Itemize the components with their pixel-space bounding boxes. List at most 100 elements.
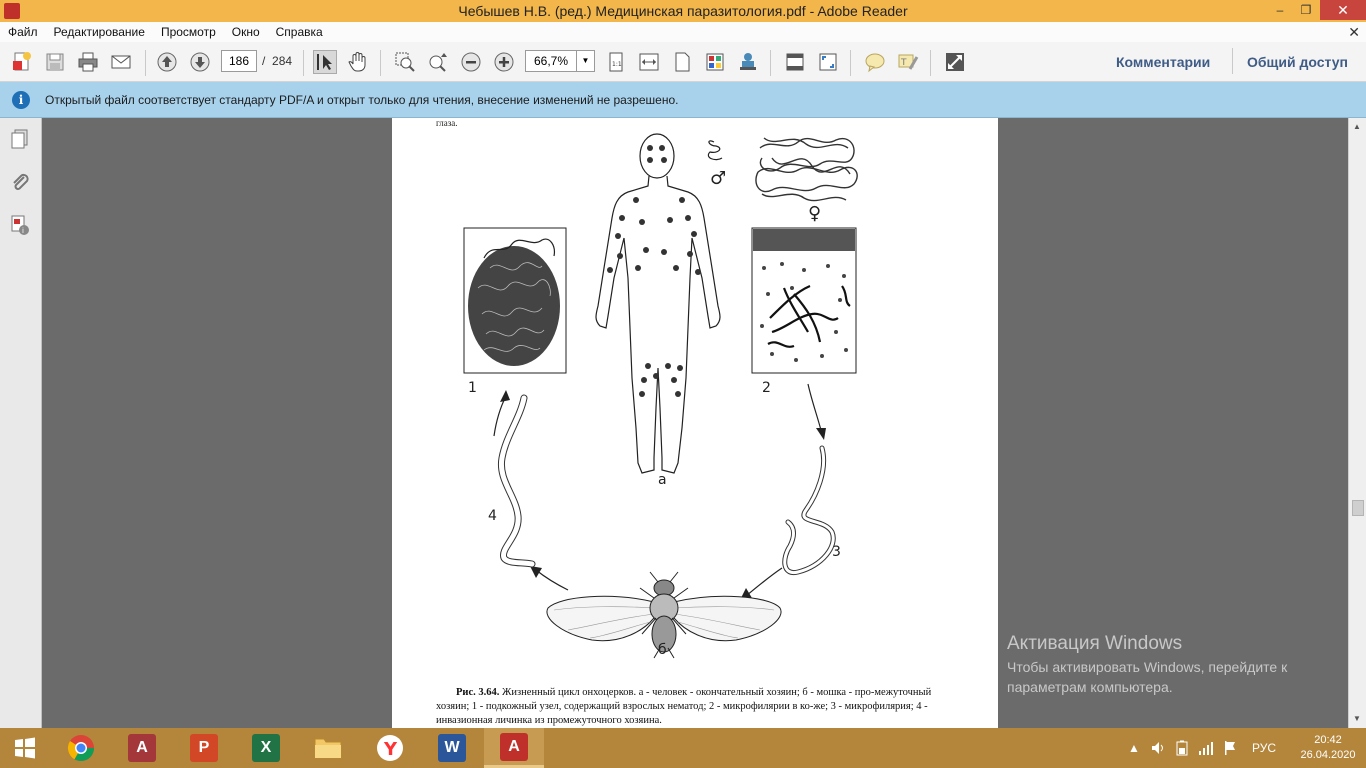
- word-icon: W: [438, 734, 466, 762]
- battery-icon[interactable]: [1174, 728, 1190, 768]
- start-button[interactable]: [0, 728, 50, 768]
- page-separator: /: [262, 54, 266, 68]
- clock-time: 20:42: [1314, 734, 1342, 746]
- taskbar-file-explorer[interactable]: [298, 728, 358, 768]
- previous-page-icon[interactable]: [155, 50, 179, 74]
- close-button[interactable]: ✕: [1320, 0, 1366, 20]
- folder-icon: [314, 738, 342, 759]
- minimize-button[interactable]: ‒: [1266, 0, 1294, 20]
- menu-help[interactable]: Справка: [268, 25, 331, 39]
- actual-size-icon[interactable]: 1:1: [604, 50, 628, 74]
- excel-icon: X: [252, 734, 280, 762]
- toolbar-separator: [930, 50, 931, 76]
- title-bar: Чебышев Н.В. (ред.) Медицинская паразито…: [0, 0, 1366, 22]
- svg-text:i: i: [22, 227, 24, 235]
- highlight-text-icon[interactable]: T: [896, 50, 920, 74]
- vertical-scrollbar[interactable]: ▲ ▼: [1348, 118, 1366, 728]
- toolbar-separator: [850, 50, 851, 76]
- network-signal-icon[interactable]: [1198, 728, 1214, 768]
- svg-text:1:1: 1:1: [612, 61, 622, 68]
- label-b: б: [658, 642, 667, 658]
- show-hidden-icons[interactable]: ▲: [1128, 728, 1140, 768]
- hand-tool-icon[interactable]: [346, 50, 370, 74]
- scrollbar-thumb[interactable]: [1352, 500, 1364, 516]
- print-icon[interactable]: [76, 50, 100, 74]
- taskbar-adobe-reader[interactable]: A: [484, 728, 544, 768]
- signatures-icon[interactable]: i: [9, 214, 31, 236]
- navigation-pane: i: [0, 118, 42, 728]
- adobe-reader-icon: A: [500, 732, 528, 761]
- taskbar-word[interactable]: W: [422, 728, 482, 768]
- scroll-down-icon[interactable]: ▼: [1353, 714, 1361, 723]
- windows-logo-icon: [15, 737, 35, 759]
- window-title: Чебышев Н.В. (ред.) Медицинская паразито…: [458, 3, 908, 19]
- figure-caption: Рис. 3.64. Жизненный цикл онхоцерков. а …: [436, 686, 960, 728]
- sticky-note-icon[interactable]: [863, 50, 887, 74]
- cycle-arrows: [493, 383, 823, 597]
- page-thumbnails-panel-icon[interactable]: [9, 128, 31, 150]
- page-number-input[interactable]: 186: [221, 50, 257, 72]
- scroll-up-icon[interactable]: ▲: [1353, 122, 1361, 131]
- nodule-box: [463, 227, 567, 374]
- onchocerca-life-cycle-figure: ♂ ♀ 1 2 3 4 б а: [463, 133, 858, 659]
- taskbar-powerpoint[interactable]: P: [174, 728, 234, 768]
- human-figure: [595, 133, 721, 474]
- dynamic-zoom-icon[interactable]: [426, 50, 450, 74]
- stamp-icon[interactable]: [736, 50, 760, 74]
- toolbar-separator: [380, 50, 381, 76]
- volume-icon[interactable]: [1150, 728, 1166, 768]
- toolbar-separator: [1232, 48, 1233, 74]
- menu-view[interactable]: Просмотр: [153, 25, 224, 39]
- zoom-select[interactable]: 66,7% ▼: [525, 50, 595, 72]
- access-icon: A: [128, 734, 156, 762]
- save-icon[interactable]: [43, 50, 67, 74]
- fit-width-icon[interactable]: [637, 50, 661, 74]
- taskbar: A P X Y W A ▲ РУС 20:42 26.04.2020: [0, 728, 1366, 768]
- read-mode-icon[interactable]: [783, 50, 807, 74]
- next-page-icon[interactable]: [188, 50, 212, 74]
- menu-file[interactable]: Файл: [0, 25, 46, 39]
- language-indicator[interactable]: РУС: [1252, 728, 1276, 768]
- taskbar-yandex[interactable]: Y: [360, 728, 420, 768]
- male-symbol: ♂: [710, 168, 726, 189]
- skin-box: [751, 227, 857, 374]
- create-pdf-icon[interactable]: [10, 50, 34, 74]
- zoom-value: 66,7%: [534, 54, 569, 68]
- chevron-down-icon[interactable]: ▼: [576, 51, 594, 71]
- menu-bar: Файл Редактирование Просмотр Окно Справк…: [0, 22, 1366, 42]
- select-tool-icon[interactable]: [313, 50, 337, 74]
- info-icon: i: [12, 91, 30, 109]
- system-clock[interactable]: 20:42 26.04.2020: [1298, 733, 1358, 763]
- action-flag-icon[interactable]: [1222, 728, 1238, 768]
- taskbar-chrome[interactable]: [51, 728, 111, 768]
- document-close-icon[interactable]: ✕: [1348, 24, 1360, 41]
- attachments-paperclip-icon[interactable]: [9, 171, 31, 193]
- zoom-in-icon[interactable]: [492, 50, 516, 74]
- page-count: / 284: [262, 54, 292, 68]
- taskbar-access[interactable]: A: [112, 728, 172, 768]
- page-thumbnails-icon[interactable]: [703, 50, 727, 74]
- menu-edit[interactable]: Редактирование: [46, 25, 153, 39]
- powerpoint-icon: P: [190, 734, 218, 762]
- marquee-zoom-icon[interactable]: [393, 50, 417, 74]
- female-symbol: ♀: [808, 203, 821, 224]
- fit-page-icon[interactable]: [670, 50, 694, 74]
- taskbar-excel[interactable]: X: [236, 728, 296, 768]
- email-icon[interactable]: [109, 50, 133, 74]
- toolbar-separator: [145, 50, 146, 76]
- svg-text:Y: Y: [383, 739, 398, 760]
- expand-icon[interactable]: [943, 50, 967, 74]
- yandex-browser-icon: Y: [377, 735, 403, 761]
- full-screen-icon[interactable]: [816, 50, 840, 74]
- label-a: а: [658, 472, 667, 488]
- comments-button[interactable]: Комментарии: [1116, 54, 1210, 70]
- info-bar: i Открытый файл соответствует стандарту …: [0, 82, 1366, 118]
- menu-window[interactable]: Окно: [224, 25, 268, 39]
- svg-text:T: T: [900, 58, 907, 68]
- zoom-out-icon[interactable]: [459, 50, 483, 74]
- label-2: 2: [762, 380, 771, 396]
- activation-watermark-title: Активация Windows: [1007, 633, 1183, 654]
- share-button[interactable]: Общий доступ: [1247, 54, 1348, 70]
- maximize-button[interactable]: ❐: [1292, 0, 1320, 20]
- caption-figure-number: Рис. 3.64.: [456, 687, 500, 698]
